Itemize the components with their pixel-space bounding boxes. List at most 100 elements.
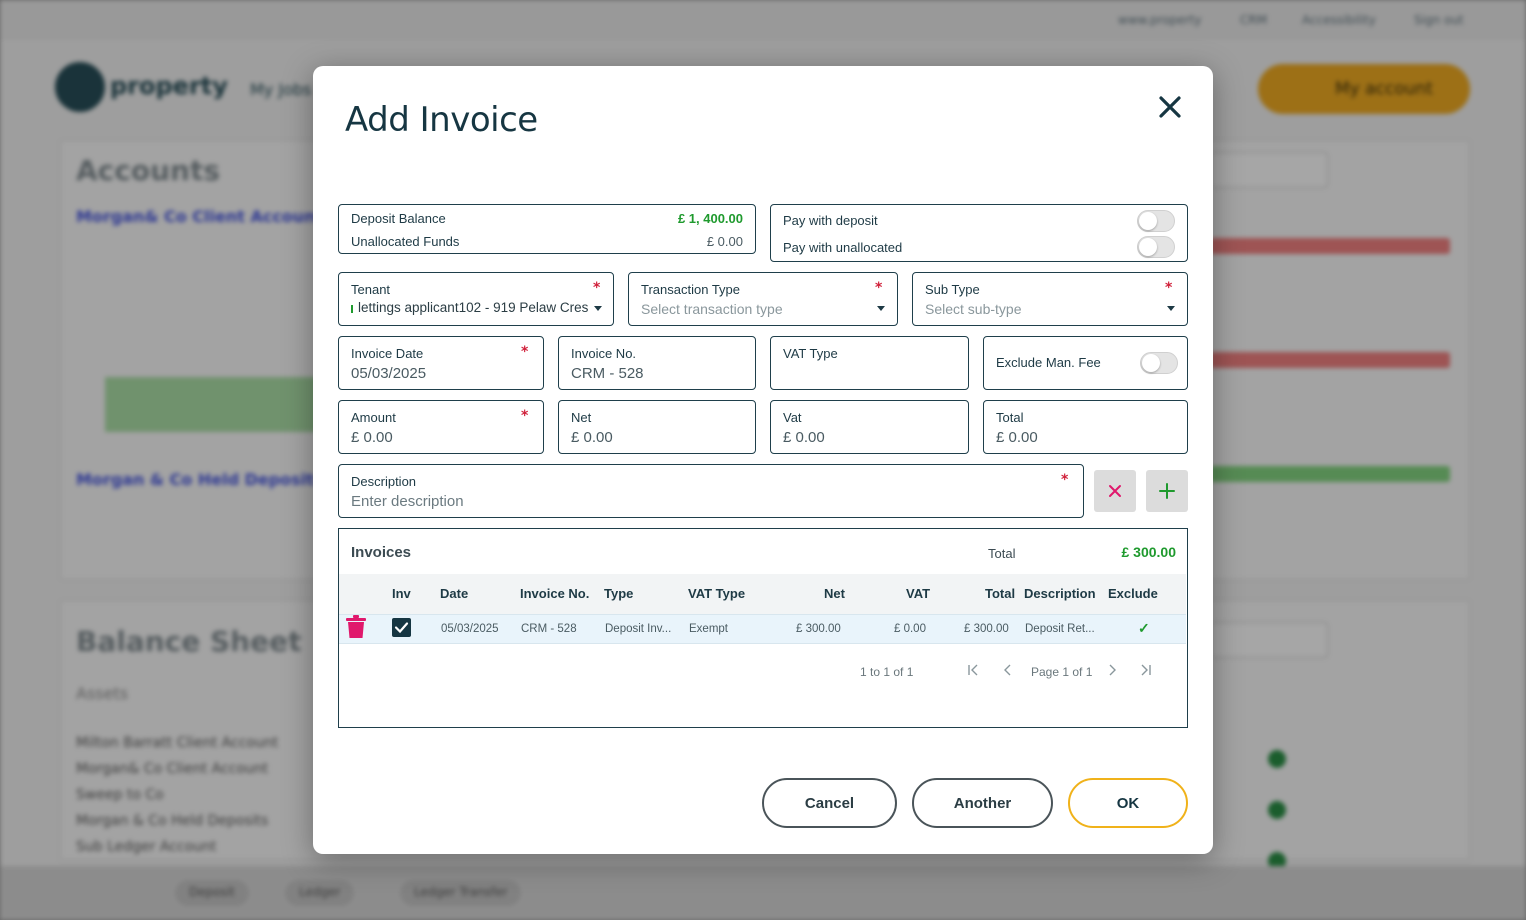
deposit-balance-label: Deposit Balance [351,211,446,226]
column-header[interactable]: Date [440,586,468,601]
tenant-value: lettings applicant102 - 919 Pelaw Cres [358,300,589,315]
column-header[interactable]: Net [824,586,845,601]
chevron-left-icon [1004,664,1011,676]
total-label: Total [996,410,1024,425]
cell-exclude-check: ✓ [1138,620,1150,636]
invoices-table: Invoices Total £ 300.00 Inv Date Invoice… [338,528,1188,728]
unallocated-funds-label: Unallocated Funds [351,234,460,249]
delete-row-button[interactable] [345,615,367,643]
deposit-balance-value: £ 1, 400.00 [677,211,743,226]
required-mark: * [521,408,529,424]
chevron-down-icon [1167,306,1175,311]
close-icon [1159,96,1181,118]
required-mark: * [1061,472,1069,488]
cell-date: 05/03/2025 [441,623,499,635]
net-field[interactable]: Net £ 0.00 [558,400,756,454]
tenant-select[interactable]: Tenant * lettings applicant102 - 919 Pel… [338,272,614,326]
tenant-label: Tenant [351,282,391,297]
amount-field[interactable]: Amount * £ 0.00 [338,400,544,454]
vat-type-label: VAT Type [783,346,838,361]
required-mark: * [521,344,529,360]
add-invoice-modal: Add Invoice Deposit Balance £ 1, 400.00 … [313,66,1213,854]
unallocated-funds-value: £ 0.00 [706,234,743,249]
first-page-button[interactable] [966,663,980,681]
column-header[interactable]: Description [1024,586,1096,601]
close-button[interactable] [1155,92,1185,122]
pay-with-unallocated-label: Pay with unallocated [783,240,903,255]
invoice-no-field[interactable]: Invoice No. CRM - 528 [558,336,756,390]
amount-value: £ 0.00 [351,429,393,446]
cell-vat-type: Exempt [689,623,728,635]
invoices-total-value: £ 300.00 [1121,544,1177,560]
description-field[interactable]: Description * Enter description [338,464,1084,518]
prev-page-button[interactable] [1001,663,1015,681]
column-header[interactable]: Total [985,586,1015,601]
required-mark: * [593,280,601,296]
exclude-man-fee-label: Exclude Man. Fee [996,355,1101,370]
exclude-man-fee-toggle[interactable] [1140,352,1178,374]
pay-with-unallocated-toggle[interactable] [1137,236,1175,258]
next-page-button[interactable] [1105,663,1119,681]
invoices-title: Invoices [351,544,412,561]
balance-summary: Deposit Balance £ 1, 400.00 Unallocated … [338,204,756,254]
column-header[interactable]: Invoice No. [520,586,589,601]
cell-type: Deposit Inv... [605,623,672,635]
tenant-status-marker [351,305,353,313]
invoice-date-value: 05/03/2025 [351,365,427,382]
cell-invoice-no: CRM - 528 [521,623,577,635]
pay-with-deposit-label: Pay with deposit [783,213,878,228]
invoice-date-field[interactable]: Invoice Date * 05/03/2025 [338,336,544,390]
column-header[interactable]: Type [604,586,633,601]
invoice-no-label: Invoice No. [571,346,637,361]
plus-icon [1159,483,1175,499]
sub-type-label: Sub Type [925,282,980,297]
cell-total: £ 300.00 [964,623,1009,635]
trash-icon [346,615,366,638]
required-mark: * [1165,280,1173,296]
transaction-type-placeholder: Select transaction type [641,301,783,317]
last-page-button[interactable] [1139,663,1153,681]
transaction-type-select[interactable]: Transaction Type * Select transaction ty… [628,272,898,326]
exclude-man-fee: Exclude Man. Fee [983,336,1188,390]
amount-label: Amount [351,410,396,425]
sub-type-placeholder: Select sub-type [925,301,1022,317]
column-header[interactable]: VAT Type [688,586,745,601]
close-icon [1109,485,1121,497]
cancel-button[interactable]: Cancel [762,778,897,828]
first-page-icon [968,664,978,676]
pay-with-deposit-toggle[interactable] [1137,210,1175,232]
invoice-no-value: CRM - 528 [571,365,644,382]
another-button[interactable]: Another [912,778,1053,828]
description-placeholder: Enter description [351,493,464,510]
modal-title: Add Invoice [345,100,538,140]
vat-label: Vat [783,410,802,425]
cell-vat: £ 0.00 [894,623,926,635]
chevron-down-icon [877,306,885,311]
pager-page: Page 1 of 1 [1031,665,1093,679]
last-page-icon [1141,664,1151,676]
cell-description: Deposit Ret... [1025,623,1095,635]
column-header[interactable]: Exclude [1108,586,1158,601]
pay-options: Pay with deposit Pay with unallocated [770,204,1188,262]
column-header[interactable]: VAT [906,586,930,601]
invoice-date-label: Invoice Date [351,346,424,361]
net-value: £ 0.00 [571,429,613,446]
vat-value: £ 0.00 [783,429,825,446]
vat-field[interactable]: Vat £ 0.00 [770,400,969,454]
total-field[interactable]: Total £ 0.00 [983,400,1188,454]
description-label: Description [351,474,417,489]
required-mark: * [875,280,883,296]
vat-type-select[interactable]: VAT Type [770,336,969,390]
chevron-down-icon [594,306,602,311]
total-value: £ 0.00 [996,429,1038,446]
sub-type-select[interactable]: Sub Type * Select sub-type [912,272,1188,326]
net-label: Net [571,410,592,425]
clear-button[interactable] [1094,470,1136,512]
ok-button[interactable]: OK [1068,778,1188,828]
chevron-right-icon [1109,664,1116,676]
transaction-type-label: Transaction Type [641,282,740,297]
invoice-checkbox[interactable] [392,618,411,637]
cell-net: £ 300.00 [796,623,841,635]
add-invoice-line-button[interactable] [1146,470,1188,512]
column-header[interactable]: Inv [392,586,411,601]
